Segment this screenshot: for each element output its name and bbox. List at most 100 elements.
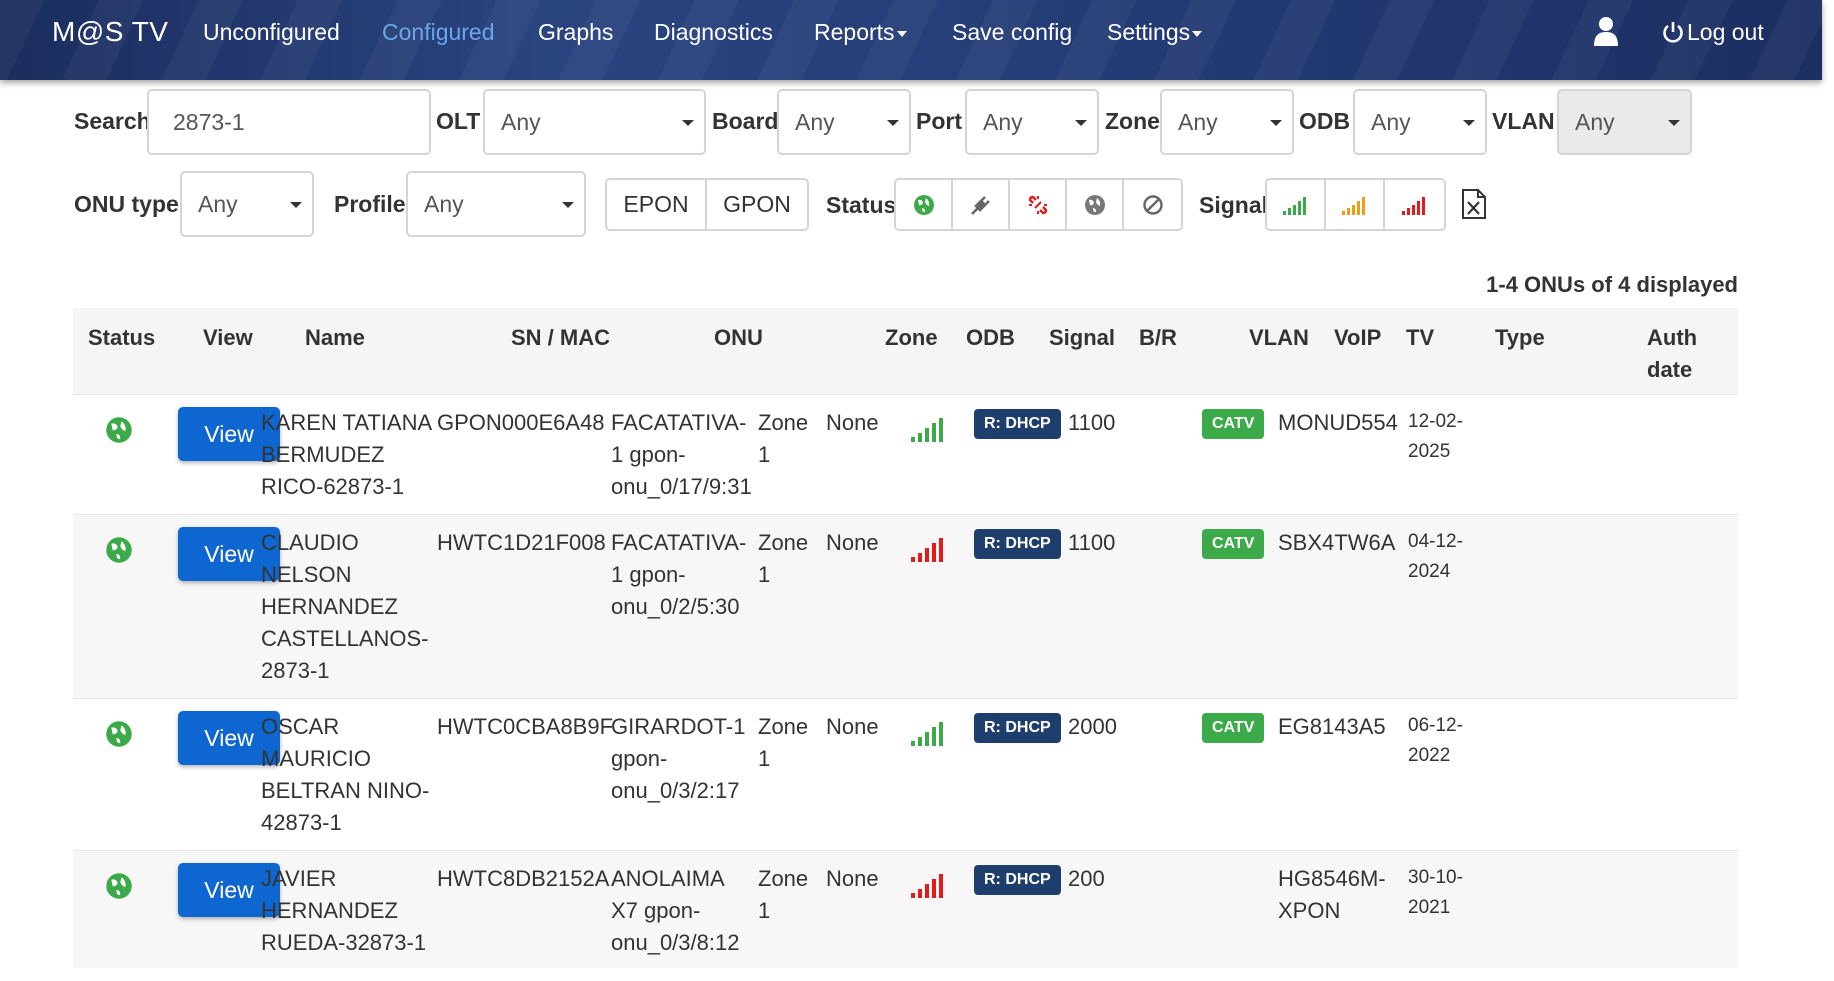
signal-warning-button[interactable] [1326, 180, 1385, 229]
onu-port-line: onu_0/17/9:31 [611, 474, 752, 499]
onu-name-line: RUEDA-32873-1 [261, 930, 427, 955]
epon-button[interactable]: EPON [607, 180, 707, 229]
search-input[interactable]: 2873-1 [147, 89, 431, 155]
onu-port-line: gpon- [611, 746, 668, 771]
odb-select[interactable]: Any [1353, 89, 1487, 155]
status-online-button[interactable] [896, 180, 953, 229]
status-filter-group [894, 178, 1183, 231]
br-badge: R: DHCP [974, 529, 1061, 559]
col-vlan[interactable]: VLAN [1249, 322, 1309, 354]
br-badge: R: DHCP [974, 409, 1061, 439]
nav-graphs[interactable]: Graphs [538, 19, 613, 46]
onu-vlan: 2000 [1068, 714, 1117, 739]
vlan-select[interactable]: Any [1557, 89, 1692, 155]
onu-type-line: HG8546M- [1278, 866, 1386, 891]
col-type[interactable]: Type [1495, 322, 1545, 354]
brand-logo[interactable]: M@S TV [52, 16, 168, 48]
onu-sn: HWTC1D21F008 [437, 530, 606, 555]
onu-auth-date-line: 2022 [1408, 745, 1451, 766]
onu-zone-line: Zone [758, 714, 809, 739]
onu-name-line: MAURICIO [261, 746, 371, 771]
status-disabled-button[interactable] [1124, 180, 1181, 229]
onu-zone-line: Zone [758, 530, 809, 555]
online-globe-icon [106, 721, 132, 747]
onu-zone: Zone 1 [758, 711, 808, 775]
table-row: View OSCAR MAURICIO BELTRAN NINO- 42873-1 HWT… [73, 698, 1738, 850]
port-select[interactable]: Any [965, 89, 1099, 155]
col-status[interactable]: Status [88, 322, 155, 354]
onu-type: SBX4TW6A [1278, 527, 1395, 559]
onu-name-line: KAREN TATIANA [261, 410, 433, 435]
onu-port-line: 1 gpon- [611, 442, 686, 467]
status-power-fail-button[interactable] [953, 180, 1010, 229]
onu-auth-date-line: 2021 [1408, 897, 1451, 918]
onu-zone-line: Zone [758, 410, 809, 435]
table-header: Status View Name SN / MAC ONU Zone ODB S… [73, 308, 1738, 394]
onu-type-line: MONUD554 [1278, 410, 1398, 435]
onu-port: FACATATIVA- 1 gpon-onu_0/17/9:31 [611, 407, 752, 503]
col-br[interactable]: B/R [1139, 322, 1177, 354]
col-zone[interactable]: Zone [885, 322, 938, 354]
col-onu[interactable]: ONU [714, 322, 763, 354]
col-auth-date[interactable]: Auth date [1647, 322, 1717, 386]
status-los-button[interactable] [1010, 180, 1067, 229]
tv-badge: CATV [1202, 409, 1265, 439]
col-name[interactable]: Name [305, 322, 365, 354]
excel-export-icon[interactable] [1461, 188, 1487, 220]
onu-auth-date: 30-10- 2021 [1408, 863, 1463, 923]
nav-configured[interactable]: Configured [382, 19, 495, 46]
onu-type-line: XPON [1278, 898, 1341, 923]
logout-label: Log out [1687, 19, 1764, 45]
nav-settings[interactable]: Settings [1107, 19, 1203, 46]
gpon-button[interactable]: GPON [707, 180, 807, 229]
onu-sn: GPON000E6A48 [437, 410, 605, 435]
signal-good-icon [911, 722, 943, 746]
nav-diagnostics[interactable]: Diagnostics [654, 19, 773, 46]
onu-type-select[interactable]: Any [180, 171, 314, 237]
status-offline-button[interactable] [1067, 180, 1124, 229]
onu-port: ANOLAIMA X7 gpon-onu_0/3/8:12 [611, 863, 739, 959]
onu-name-line: NELSON [261, 562, 352, 587]
nav-reports[interactable]: Reports [814, 19, 907, 46]
onu-type: MONUD554 [1278, 407, 1398, 439]
signal-critical-icon [911, 874, 943, 898]
col-odb[interactable]: ODB [966, 322, 1015, 354]
onu-vlan: 1100 [1068, 410, 1116, 435]
onu-port-line: 1 gpon- [611, 562, 686, 587]
col-sn-mac[interactable]: SN / MAC [511, 322, 610, 354]
table-row: View KAREN TATIANA BERMUDEZ RICO-62873-1 GPO… [73, 394, 1738, 514]
onu-zone-line: 1 [758, 442, 771, 467]
onu-auth-date-line: 2024 [1408, 561, 1451, 582]
nav-reports-label: Reports [814, 19, 895, 45]
onu-name-line: HERNANDEZ [261, 594, 398, 619]
signal-good-button[interactable] [1267, 180, 1326, 229]
col-voip[interactable]: VoIP [1334, 322, 1381, 354]
profile-select[interactable]: Any [406, 171, 586, 237]
nav-save-config[interactable]: Save config [952, 19, 1072, 46]
nav-settings-label: Settings [1107, 19, 1191, 45]
logout-link[interactable]: Log out [1662, 19, 1764, 46]
br-badge: R: DHCP [974, 865, 1061, 895]
online-globe-icon [106, 873, 132, 899]
col-signal[interactable]: Signal [1049, 322, 1115, 354]
onu-name: CLAUDIO NELSON HERNANDEZ CASTELLANOS- 2873-1 [261, 527, 429, 687]
onu-name-line: BERMUDEZ [261, 442, 385, 467]
onu-port-line: onu_0/3/2:17 [611, 778, 740, 803]
onu-port-line: onu_0/2/5:30 [611, 594, 740, 619]
onu-port: GIRARDOT-1 gpon-onu_0/3/2:17 [611, 711, 745, 807]
onu-zone-line: Zone [758, 866, 809, 891]
col-tv[interactable]: TV [1406, 322, 1434, 354]
user-icon[interactable] [1594, 16, 1618, 46]
table-row: View JAVIER HERNANDEZ RUEDA-32873-1 HWTC8DB2… [73, 850, 1738, 968]
board-select[interactable]: Any [777, 89, 911, 155]
onu-odb: None [826, 530, 879, 555]
onu-name-line: HERNANDEZ [261, 898, 398, 923]
nav-unconfigured[interactable]: Unconfigured [203, 19, 340, 46]
onu-port-line: GIRARDOT-1 [611, 714, 746, 739]
onu-name-line: 2873-1 [261, 658, 330, 683]
olt-select[interactable]: Any [483, 89, 706, 155]
onu-auth-date: 04-12- 2024 [1408, 527, 1463, 587]
signal-critical-button[interactable] [1385, 180, 1444, 229]
zone-select[interactable]: Any [1160, 89, 1294, 155]
onu-auth-date-line: 30-10- [1408, 867, 1463, 888]
